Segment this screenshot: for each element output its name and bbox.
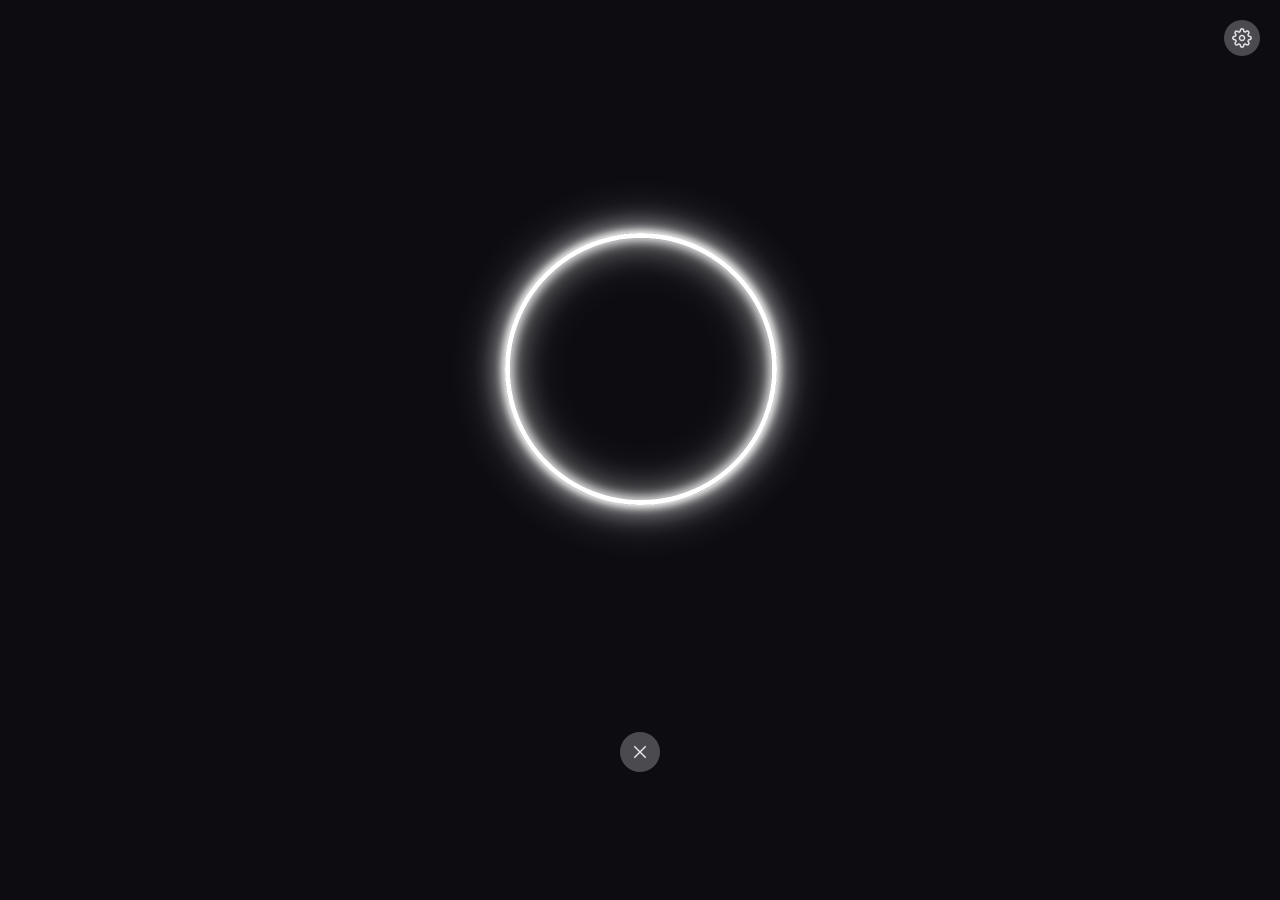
gear-icon: [1232, 28, 1252, 48]
settings-button[interactable]: [1224, 20, 1260, 56]
glowing-ring-indicator: [505, 233, 777, 505]
close-icon: [631, 743, 649, 761]
close-button[interactable]: [620, 732, 660, 772]
app-stage: [0, 0, 1280, 900]
